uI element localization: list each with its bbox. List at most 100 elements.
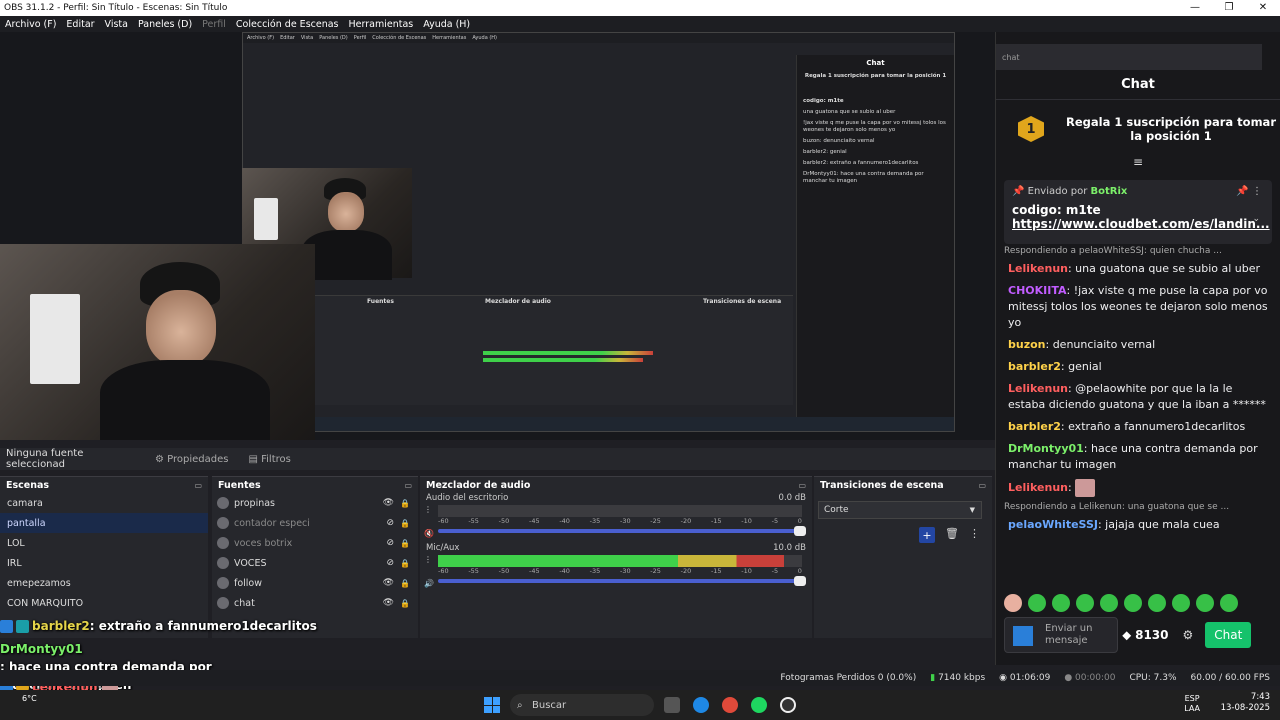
nested-menu-item: Paneles (D) bbox=[319, 35, 348, 41]
undock-icon[interactable]: ▭ bbox=[404, 481, 412, 490]
menu-archivo[interactable]: Archivo (F) bbox=[0, 19, 61, 30]
chat-address-bar[interactable]: chat bbox=[996, 44, 1262, 70]
channel-db: 0.0 dB bbox=[778, 493, 806, 503]
undock-icon[interactable]: ▭ bbox=[194, 481, 202, 490]
chat-username[interactable]: DrMontyy01 bbox=[1008, 442, 1084, 455]
undock-icon[interactable]: ▭ bbox=[978, 481, 986, 490]
eye-hidden-icon[interactable]: ⊘ bbox=[386, 538, 394, 548]
trash-icon[interactable]: 🗑 bbox=[945, 527, 959, 543]
edge-icon[interactable] bbox=[693, 697, 709, 713]
lock-icon[interactable]: 🔒 bbox=[400, 539, 410, 548]
slider-knob[interactable] bbox=[794, 576, 806, 586]
eye-icon[interactable]: 👁 bbox=[383, 598, 394, 608]
scene-item[interactable]: CON MARQUITO bbox=[0, 593, 208, 613]
taskbar-search[interactable]: ⌕ Buscar bbox=[510, 694, 654, 716]
eye-hidden-icon[interactable]: ⊘ bbox=[386, 518, 394, 528]
menu-coleccion[interactable]: Colección de Escenas bbox=[231, 19, 344, 30]
volume-slider[interactable] bbox=[438, 526, 806, 536]
chat-username[interactable]: pelaoWhiteSSJ bbox=[1008, 518, 1098, 531]
menu-ayuda[interactable]: Ayuda (H) bbox=[418, 19, 475, 30]
speaker-muted-icon[interactable]: 🔇 bbox=[424, 529, 434, 538]
nested-taskbar bbox=[243, 417, 954, 431]
maximize-button[interactable]: ❐ bbox=[1212, 0, 1246, 16]
eye-icon[interactable]: 👁 bbox=[383, 578, 394, 588]
emote-icon[interactable] bbox=[1124, 594, 1142, 612]
menu-perfil[interactable]: Perfil bbox=[197, 19, 231, 30]
chat-username[interactable]: buzon bbox=[1008, 338, 1046, 351]
chat-username[interactable]: barbler2 bbox=[1008, 360, 1061, 373]
gear-icon[interactable]: ⚙ bbox=[1183, 628, 1194, 642]
spotify-icon[interactable] bbox=[751, 697, 767, 713]
source-item[interactable]: VOCES ⊘ 🔒 bbox=[212, 553, 418, 573]
source-item[interactable]: propinas 👁 🔒 bbox=[212, 493, 418, 513]
task-view-icon[interactable] bbox=[664, 697, 680, 713]
emote-icon[interactable] bbox=[1196, 594, 1214, 612]
filters-button[interactable]: ▤ Filtros bbox=[238, 454, 300, 465]
slider-knob[interactable] bbox=[794, 526, 806, 536]
scene-item[interactable]: LOL bbox=[0, 533, 208, 553]
kebab-menu-icon[interactable]: ⋮ bbox=[969, 527, 980, 543]
preview-canvas[interactable]: Archivo (F) Editar Vista Paneles (D) Per… bbox=[0, 32, 995, 440]
emote-icon[interactable] bbox=[1220, 594, 1238, 612]
kebab-menu-icon[interactable]: ⋮ bbox=[424, 505, 432, 514]
source-item[interactable]: chat 👁 🔒 bbox=[212, 593, 418, 613]
volume-slider[interactable] bbox=[438, 576, 806, 586]
chat-username[interactable]: CHOKIITA bbox=[1008, 284, 1067, 297]
properties-button[interactable]: ⚙ Propiedades bbox=[145, 454, 238, 465]
chat-input[interactable]: Enviar un mensaje bbox=[1004, 617, 1118, 653]
lock-icon[interactable]: 🔒 bbox=[400, 519, 410, 528]
chat-username[interactable]: Lelikenun bbox=[1008, 481, 1068, 494]
start-button[interactable] bbox=[484, 697, 500, 713]
lock-icon[interactable]: 🔒 bbox=[400, 499, 410, 508]
scene-item[interactable]: IRL bbox=[0, 553, 208, 573]
obs-icon[interactable] bbox=[780, 697, 796, 713]
undock-icon[interactable]: ▭ bbox=[798, 481, 806, 490]
pinned-link[interactable]: https://www.cloudbet.com/es/landin... bbox=[1012, 217, 1270, 231]
chevron-down-icon[interactable]: ⌄ bbox=[1252, 214, 1260, 224]
source-item[interactable]: voces botrix ⊘ 🔒 bbox=[212, 533, 418, 553]
live-time: ◉ 01:06:09 bbox=[999, 673, 1050, 683]
nested-docks: Fuentes Mezclador de audio Transiciones … bbox=[313, 295, 793, 405]
scene-item-selected[interactable]: pantalla bbox=[0, 513, 208, 533]
lock-icon[interactable]: 🔒 bbox=[400, 579, 410, 588]
chrome-icon[interactable] bbox=[722, 697, 738, 713]
collapse-icon[interactable]: ≡ bbox=[996, 156, 1280, 168]
lock-icon[interactable]: 🔒 bbox=[400, 599, 410, 608]
mixer-channel-header: Mic/Aux 10.0 dB bbox=[420, 543, 812, 555]
chat-username[interactable]: Lelikenun bbox=[1008, 382, 1068, 395]
emote-icon[interactable] bbox=[1004, 594, 1022, 612]
add-transition-button[interactable]: + bbox=[919, 527, 936, 543]
send-chat-button[interactable]: Chat bbox=[1205, 622, 1252, 648]
meter-tick: -35 bbox=[589, 567, 601, 575]
menu-paneles[interactable]: Paneles (D) bbox=[133, 19, 197, 30]
overlay-username: DrMontyy01 bbox=[0, 642, 83, 656]
minimize-button[interactable]: — bbox=[1178, 0, 1212, 16]
eye-icon[interactable]: 👁 bbox=[383, 498, 394, 508]
menu-herramientas[interactable]: Herramientas bbox=[344, 19, 419, 30]
lock-icon[interactable]: 🔒 bbox=[400, 559, 410, 568]
emote-icon[interactable] bbox=[1052, 594, 1070, 612]
scene-item[interactable]: camara bbox=[0, 493, 208, 513]
transition-select[interactable]: Corte ▼ bbox=[818, 501, 982, 519]
menu-editar[interactable]: Editar bbox=[61, 19, 99, 30]
emote-icon[interactable] bbox=[1172, 594, 1190, 612]
source-item[interactable]: contador especi ⊘ 🔒 bbox=[212, 513, 418, 533]
emote-icon[interactable] bbox=[1148, 594, 1166, 612]
pin-icon[interactable]: 📌 ⋮ bbox=[1236, 186, 1262, 197]
chat-username[interactable]: barbler2 bbox=[1008, 420, 1061, 433]
language-indicator[interactable]: ESP LAA bbox=[1184, 694, 1200, 714]
speaker-icon[interactable]: 🔊 bbox=[424, 579, 434, 588]
source-item[interactable]: follow 👁 🔒 bbox=[212, 573, 418, 593]
clock[interactable]: 7:43 13-08-2025 bbox=[1221, 692, 1270, 714]
menu-vista[interactable]: Vista bbox=[100, 19, 133, 30]
kebab-menu-icon[interactable]: ⋮ bbox=[424, 555, 432, 564]
emote-icon[interactable] bbox=[1076, 594, 1094, 612]
close-button[interactable]: ✕ bbox=[1246, 0, 1280, 16]
eye-hidden-icon[interactable]: ⊘ bbox=[386, 558, 394, 568]
chat-username[interactable]: Lelikenun bbox=[1008, 262, 1068, 275]
channel-points[interactable]: ⬥ 8130 bbox=[1123, 628, 1169, 643]
scene-item[interactable]: emepezamos bbox=[0, 573, 208, 593]
weather-widget[interactable]: 6°C bbox=[22, 694, 37, 703]
emote-icon[interactable] bbox=[1028, 594, 1046, 612]
emote-icon[interactable] bbox=[1100, 594, 1118, 612]
